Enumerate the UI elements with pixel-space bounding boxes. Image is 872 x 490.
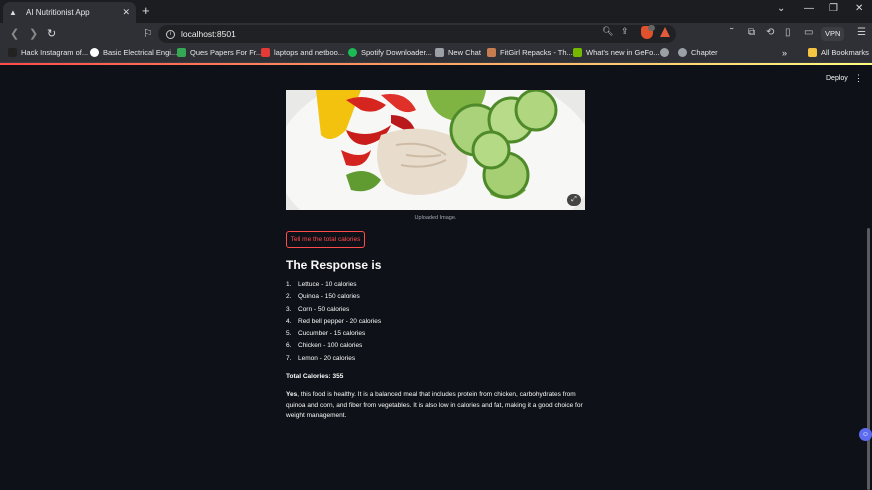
- list-item: 3. Corn - 50 calories: [286, 305, 350, 313]
- tab-search-icon[interactable]: ⌄: [777, 3, 785, 14]
- spotify-icon: [348, 48, 357, 57]
- forward-icon[interactable]: ❯: [29, 27, 38, 40]
- extensions-icon[interactable]: ⧉: [748, 27, 755, 38]
- chat-icon: [435, 48, 444, 57]
- sidebar-icon[interactable]: ▯: [785, 27, 791, 38]
- image-caption: Uploaded Image.: [414, 215, 457, 221]
- tab-strip: ▲ AI Nutritionist App ✕ + ⌄ — ❐ ✕: [0, 0, 872, 23]
- salad-illustration: [286, 90, 585, 210]
- browser-tab[interactable]: ▲ AI Nutritionist App ✕: [3, 2, 136, 23]
- tab-title: AI Nutritionist App: [26, 8, 90, 17]
- health-verdict: Yes, this food is healthy. It is a balan…: [286, 390, 586, 422]
- close-window-icon[interactable]: ✕: [855, 3, 863, 14]
- list-item: 7. Lemon - 20 calories: [286, 354, 356, 362]
- more-bookmarks-icon[interactable]: »: [782, 48, 787, 58]
- close-tab-icon[interactable]: ✕: [122, 7, 130, 18]
- zoom-icon[interactable]: 🔍︎: [602, 26, 613, 37]
- menu-icon[interactable]: ☰: [857, 27, 866, 38]
- chat-assistant-icon[interactable]: ☺: [859, 428, 872, 441]
- streamlit-header-decoration: [0, 63, 872, 65]
- deploy-button[interactable]: Deploy: [826, 75, 848, 82]
- back-icon[interactable]: ❮: [10, 27, 19, 40]
- bookmark-item[interactable]: FitGirl Repacks - Th...: [487, 48, 573, 57]
- globe-icon: [660, 48, 669, 57]
- folder-icon: [808, 48, 817, 57]
- bookmark-item[interactable]: What's new in GeFo...: [573, 48, 660, 57]
- bookmark-item[interactable]: Ques Papers For Fr...: [177, 48, 262, 57]
- url-text: localhost:8501: [181, 29, 236, 39]
- minimize-icon[interactable]: —: [804, 3, 814, 14]
- drive-icon: [177, 48, 186, 57]
- bookmark-dark-icon: [8, 48, 17, 57]
- uploaded-food-image: [286, 90, 585, 210]
- bookmark-item[interactable]: Basic Electrical Engi...: [90, 48, 177, 57]
- verdict-bold: Yes: [286, 391, 298, 398]
- bookmark-item[interactable]: Spotify Downloader...: [348, 48, 432, 57]
- main-menu-icon[interactable]: ⋮: [854, 73, 863, 84]
- all-bookmarks[interactable]: All Bookmarks: [808, 48, 869, 57]
- calorie-list: 1. Lettuce - 10 calories 2. Quinoa - 150 c…: [286, 281, 381, 367]
- bookmarks-bar: Hack Instagram of... Basic Electrical En…: [0, 45, 872, 63]
- bookmark-item[interactable]: laptops and netboo...: [261, 48, 344, 57]
- total-calories-button[interactable]: Tell me the total calories: [286, 231, 365, 248]
- nvidia-icon: [573, 48, 582, 57]
- list-item: 6. Chicken - 100 calories: [286, 342, 363, 350]
- brave-rewards-icon[interactable]: [660, 27, 670, 37]
- globe-icon: [678, 48, 687, 57]
- verdict-text: , this food is healthy. It is a balanced…: [286, 391, 583, 420]
- google-icon: [90, 48, 99, 57]
- vpn-button[interactable]: VPN: [821, 27, 845, 41]
- shields-badge: [648, 25, 655, 31]
- site-info-icon[interactable]: i: [166, 29, 175, 39]
- list-item: 4. Red bell pepper - 20 calories: [286, 317, 382, 325]
- streamlit-favicon-icon: ▲: [9, 8, 17, 17]
- bookmark-item[interactable]: New Chat: [435, 48, 481, 57]
- fullscreen-icon[interactable]: ⤢: [567, 194, 581, 206]
- sync-icon[interactable]: ⟲: [766, 27, 774, 38]
- response-heading: The Response is: [286, 258, 382, 272]
- media-icon[interactable]: ˜: [730, 27, 733, 38]
- list-item: 2. Quinoa - 150 calories: [286, 293, 360, 301]
- address-bar[interactable]: i localhost:8501: [158, 25, 676, 43]
- browser-toolbar: ❮ ❯ ↻ ⚐ i localhost:8501 🔍︎ ⇪ ˜ ⧉ ⟲ ▯ ▭ …: [0, 23, 872, 45]
- list-item: 1. Lettuce - 10 calories: [286, 281, 357, 288]
- reload-icon[interactable]: ↻: [47, 27, 56, 40]
- bookmark-icon[interactable]: ⚐: [143, 27, 153, 40]
- bookmark-item[interactable]: Chapter: [678, 48, 718, 57]
- maximize-icon[interactable]: ❐: [829, 3, 838, 14]
- bookmark-item[interactable]: [660, 48, 673, 57]
- bookmark-item[interactable]: Hack Instagram of...: [8, 48, 88, 57]
- wallet-icon[interactable]: ▭: [804, 27, 813, 38]
- scrollbar[interactable]: [867, 228, 870, 490]
- l-icon: [261, 48, 270, 57]
- list-item: 5. Cucumber - 15 calories: [286, 330, 366, 338]
- fitgirl-icon: [487, 48, 496, 57]
- share-icon[interactable]: ⇪: [621, 26, 629, 37]
- total-calories: Total Calories: 355: [286, 373, 344, 380]
- new-tab-icon[interactable]: +: [142, 4, 150, 18]
